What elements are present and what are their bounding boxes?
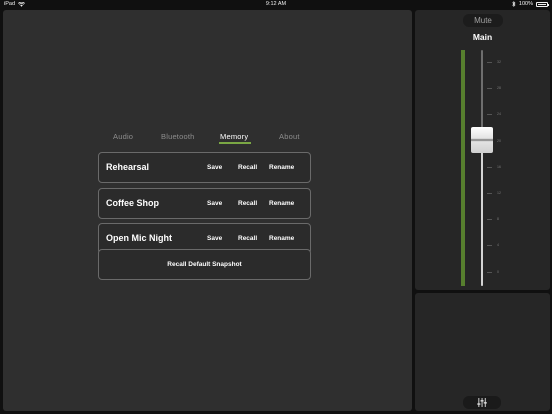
battery-percent: 100% bbox=[518, 1, 533, 7]
save-button[interactable]: Save bbox=[207, 200, 222, 207]
mute-button[interactable]: Mute bbox=[463, 14, 503, 27]
tab-audio[interactable]: Audio bbox=[113, 132, 133, 141]
recall-default-snapshot-button[interactable]: Recall Default Snapshot bbox=[98, 249, 311, 280]
status-bar: iPad 9:12 AM 100% bbox=[0, 0, 552, 9]
snapshot-row: Coffee Shop Save Recall Rename bbox=[98, 188, 311, 219]
status-right: 100% bbox=[512, 1, 549, 7]
tab-memory[interactable]: Memory bbox=[220, 132, 248, 141]
scale-tick bbox=[487, 114, 492, 116]
scale-tick bbox=[487, 193, 492, 194]
level-meter bbox=[461, 50, 465, 286]
recall-button[interactable]: Recall bbox=[238, 200, 257, 207]
rename-button[interactable]: Rename bbox=[269, 200, 294, 207]
snapshot-name: Open Mic Night bbox=[106, 233, 172, 243]
scale-tick bbox=[487, 166, 492, 168]
scale-label: 24 bbox=[497, 112, 501, 117]
bluetooth-icon bbox=[512, 1, 516, 7]
scale-tick bbox=[487, 271, 492, 273]
save-button[interactable]: Save bbox=[207, 235, 222, 242]
battery-icon bbox=[536, 1, 549, 7]
sliders-icon bbox=[477, 398, 487, 407]
scale-label: 0 bbox=[497, 269, 499, 274]
level-meter-fill bbox=[461, 50, 465, 286]
snapshot-name: Coffee Shop bbox=[106, 198, 159, 208]
channel-name: Main bbox=[472, 32, 493, 42]
scale-label: 28 bbox=[497, 86, 501, 91]
scale-label: 4 bbox=[497, 243, 499, 248]
recall-default-label: Recall Default Snapshot bbox=[167, 261, 242, 268]
scale-label: 32 bbox=[497, 60, 501, 64]
scale-tick bbox=[487, 88, 492, 90]
recall-button[interactable]: Recall bbox=[238, 164, 257, 171]
fader-track[interactable] bbox=[481, 50, 483, 286]
scale-label: 12 bbox=[497, 191, 501, 195]
scale-label: 20 bbox=[497, 138, 501, 143]
fader-track-fill bbox=[481, 139, 483, 286]
mixer-settings-button[interactable] bbox=[463, 396, 501, 409]
fader-scale: 32 28 24 20 16 12 8 4 0 bbox=[487, 50, 527, 286]
fader-knob[interactable] bbox=[471, 126, 493, 153]
channel-strip: Mute Main 32 28 24 20 16 12 8 4 0 bbox=[415, 10, 550, 290]
active-tab-indicator bbox=[219, 142, 251, 144]
rename-button[interactable]: Rename bbox=[269, 235, 294, 242]
scale-label: 16 bbox=[497, 164, 501, 169]
snapshot-name: Rehearsal bbox=[106, 162, 150, 172]
snapshot-row: Rehearsal Save Recall Rename bbox=[98, 152, 311, 183]
channel-strip-footer bbox=[415, 293, 550, 411]
tab-bluetooth[interactable]: Bluetooth bbox=[161, 132, 195, 141]
recall-button[interactable]: Recall bbox=[238, 235, 257, 242]
rename-button[interactable]: Rename bbox=[269, 164, 294, 171]
scale-label: 8 bbox=[497, 217, 499, 222]
scale-tick bbox=[487, 219, 492, 221]
status-time: 9:12 AM bbox=[265, 1, 287, 7]
scale-tick bbox=[487, 245, 492, 247]
settings-tabs: Audio Bluetooth Memory About bbox=[98, 124, 310, 146]
save-button[interactable]: Save bbox=[207, 164, 222, 171]
scale-tick bbox=[487, 62, 492, 63]
tab-about[interactable]: About bbox=[279, 132, 300, 141]
